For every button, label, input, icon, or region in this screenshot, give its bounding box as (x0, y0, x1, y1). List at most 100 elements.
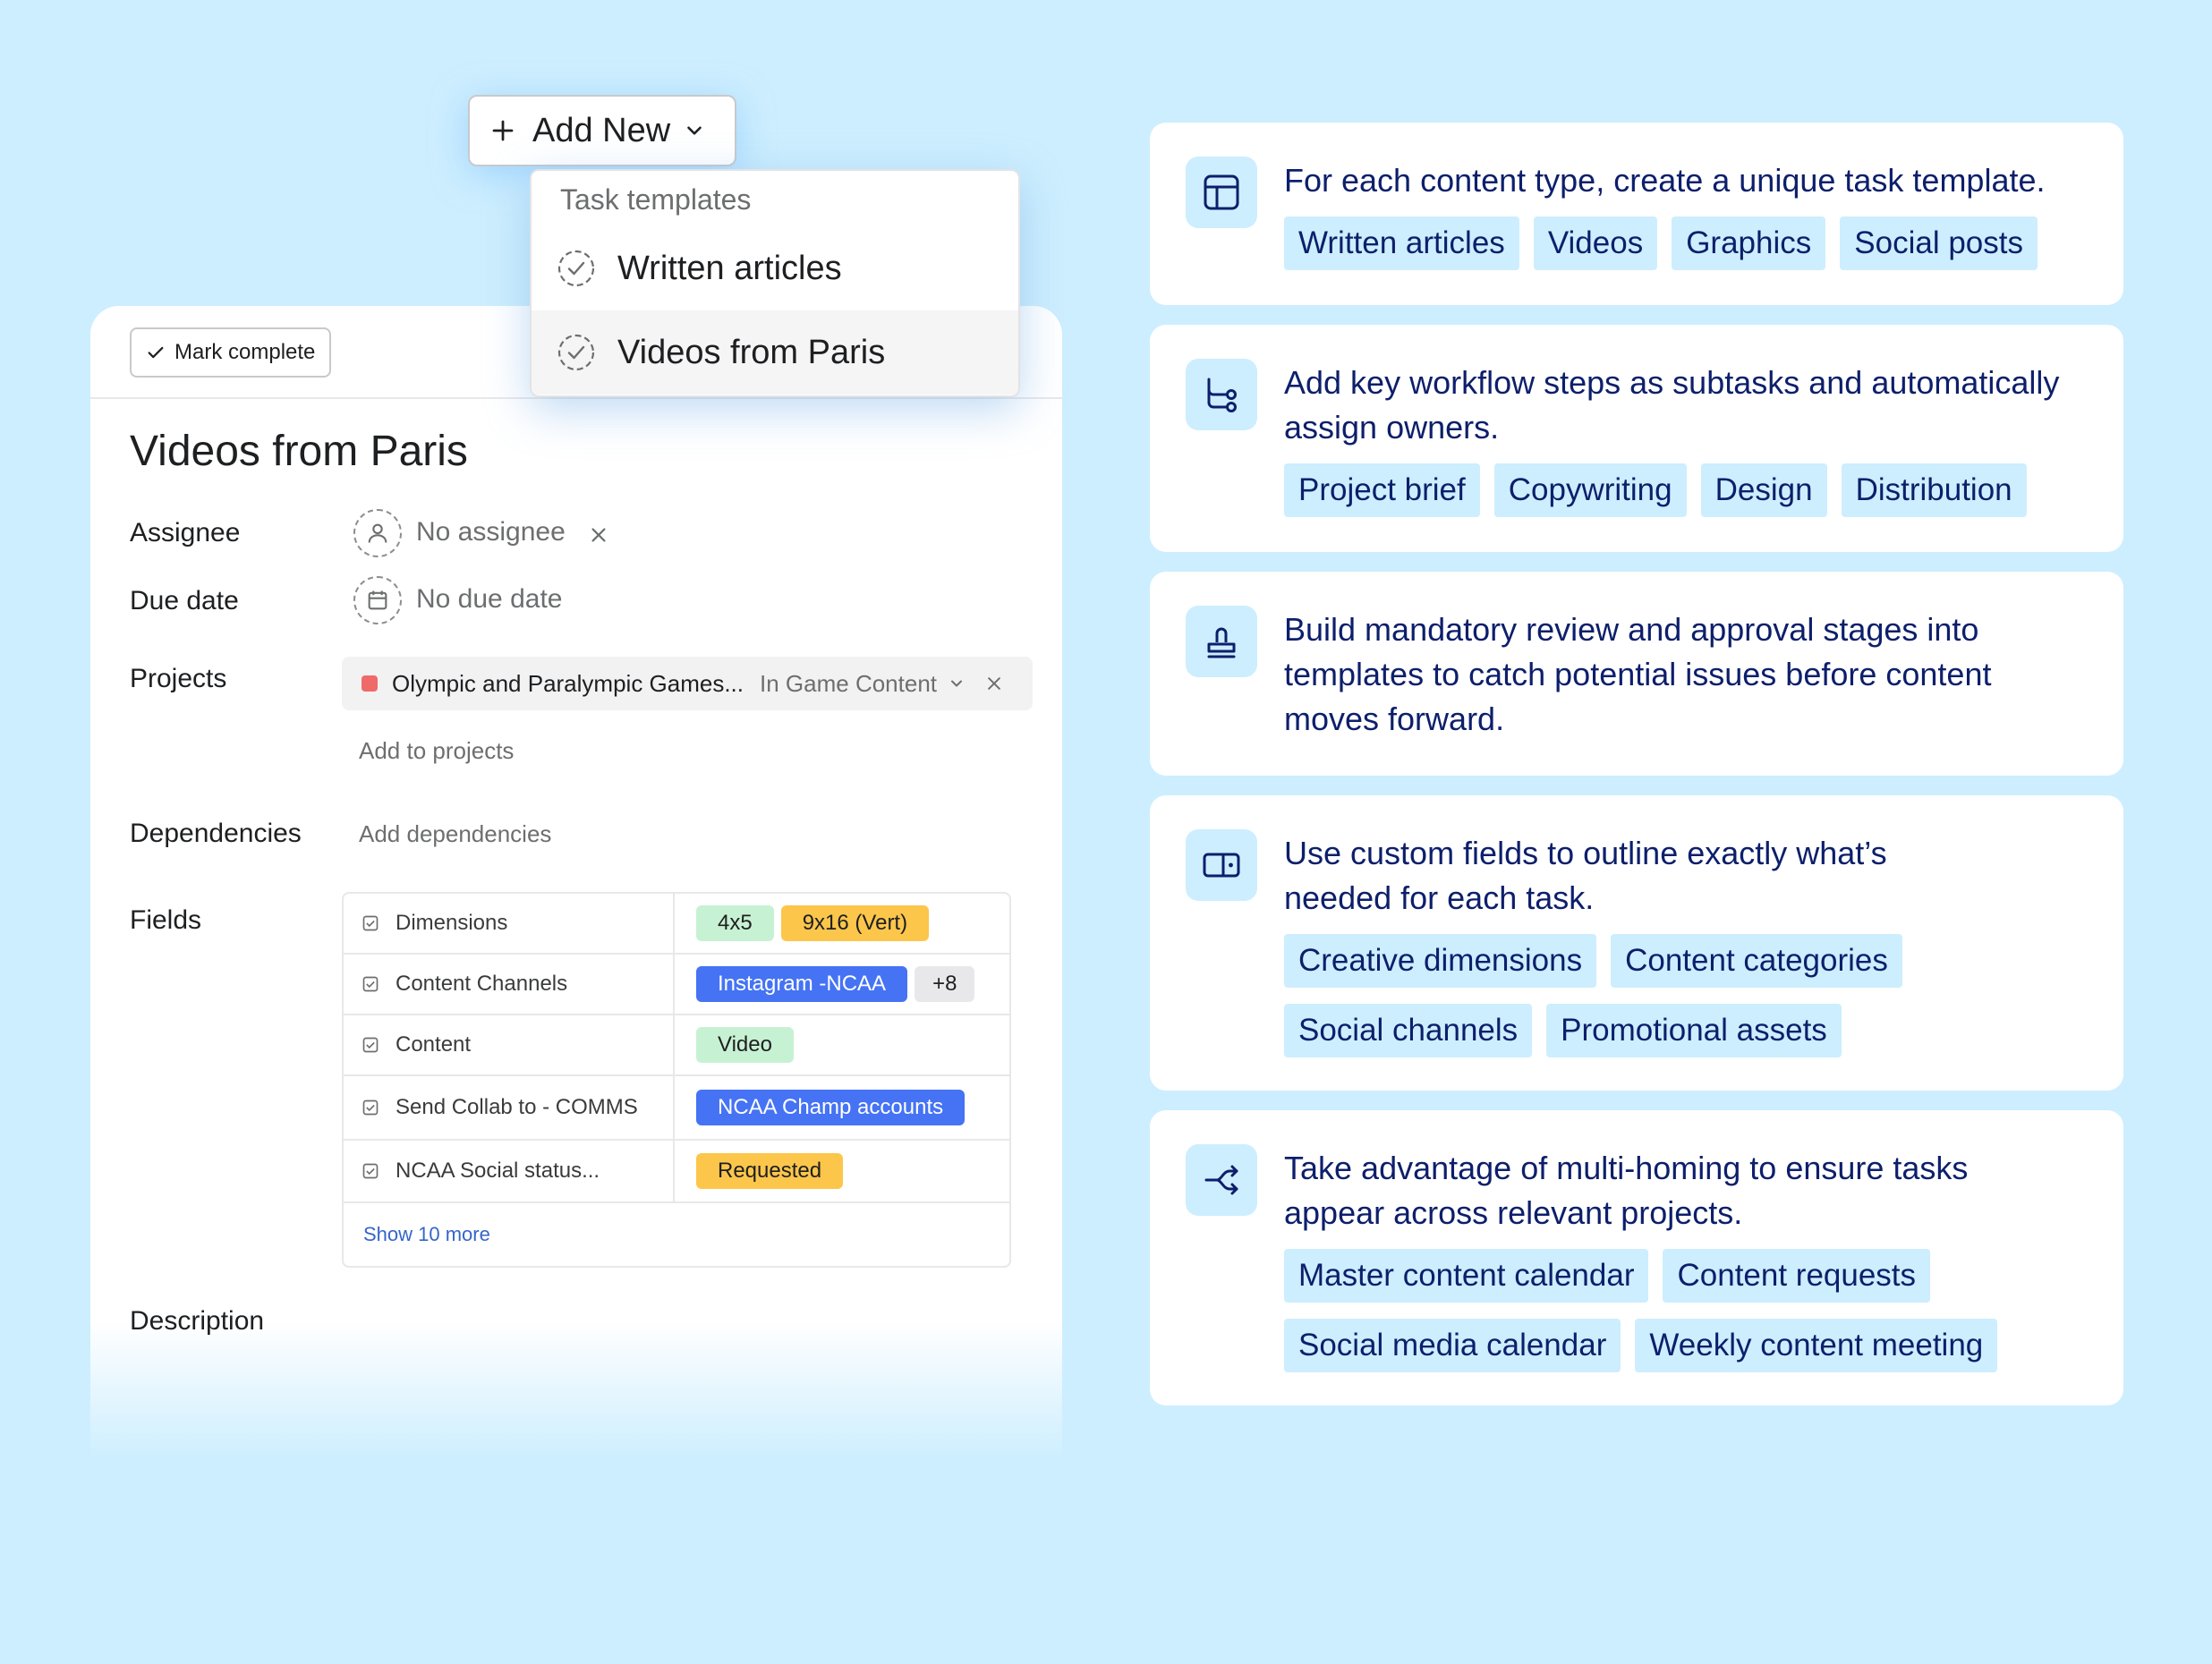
due-date-value[interactable]: No due date (416, 584, 562, 615)
field-name: Dimensions (396, 911, 508, 935)
show-more-fields-link[interactable]: Show 10 more (363, 1223, 490, 1246)
field-value-chip[interactable]: 4x5 (696, 905, 774, 941)
mark-complete-button[interactable]: Mark complete (130, 327, 332, 378)
card-icon-tile (1186, 359, 1257, 430)
feature-card-multi-homing: Take advantage of multi-homing to ensure… (1150, 1110, 2123, 1405)
tag: Content categories (1611, 934, 1902, 988)
tag: Social posts (1840, 216, 2038, 270)
field-row-ncaa-social-status: NCAA Social status... Requested (344, 1141, 1009, 1203)
tag: Videos (1533, 216, 1658, 270)
template-label: Videos from Paris (617, 333, 886, 371)
tag: Graphics (1672, 216, 1826, 270)
description-label: Description (130, 1306, 265, 1336)
due-date-label: Due date (130, 586, 239, 616)
dependencies-label: Dependencies (130, 819, 302, 848)
chevron-down-icon[interactable] (948, 675, 966, 692)
tag: Design (1700, 463, 1827, 517)
checkbox-field-icon (362, 1163, 379, 1179)
approval-stamp-icon (1207, 627, 1236, 658)
card-icon-tile (1186, 1144, 1257, 1216)
dropdown-header: Task templates (560, 183, 752, 216)
project-pill[interactable]: Olympic and Paralympic Games... In Game … (342, 657, 1033, 710)
feature-card-approvals: Build mandatory review and approval stag… (1150, 572, 2123, 776)
checkbox-field-icon (362, 1099, 379, 1116)
field-row-content: Content Video (344, 1015, 1009, 1076)
field-row-content-channels: Content Channels Instagram -NCAA +8 (344, 955, 1009, 1015)
more-values-chip[interactable]: +8 (915, 966, 975, 1002)
card-tags: Master content calendar Content requests… (1284, 1249, 2000, 1372)
add-to-projects-link[interactable]: Add to projects (359, 737, 514, 765)
projects-label: Projects (130, 664, 227, 693)
remove-project-icon[interactable] (985, 675, 1003, 692)
template-item-videos-from-paris[interactable]: Videos from Paris (532, 310, 1018, 395)
tag: Promotional assets (1546, 1004, 1842, 1057)
field-row-dimensions: Dimensions 4x5 9x16 (Vert) (344, 894, 1009, 955)
checkbox-field-icon (362, 1037, 379, 1053)
card-icon-tile (1186, 157, 1257, 228)
feature-card-templates: For each content type, create a unique t… (1150, 123, 2123, 305)
tag: Social media calendar (1284, 1319, 1621, 1372)
tag: Copywriting (1493, 463, 1687, 517)
add-new-label: Add New (532, 111, 671, 149)
tag: Content requests (1663, 1249, 1931, 1303)
project-name[interactable]: Olympic and Paralympic Games... (392, 670, 744, 698)
card-text: Take advantage of multi-homing to ensure… (1284, 1150, 1969, 1231)
card-text: Build mandatory review and approval stag… (1284, 611, 1992, 737)
field-value-chip[interactable]: Video (696, 1027, 794, 1063)
field-name: Content Channels (396, 972, 568, 996)
layout-icon (1204, 174, 1239, 210)
card-text: Use custom fields to outline exactly wha… (1284, 835, 1887, 916)
checkbox-field-icon (362, 976, 379, 992)
tag: Social channels (1284, 1004, 1533, 1057)
task-title[interactable]: Videos from Paris (130, 427, 468, 476)
assignee-avatar-placeholder[interactable] (353, 509, 402, 557)
card-icon-tile (1186, 829, 1257, 901)
task-detail-panel: Mark complete Videos from Paris Assignee… (90, 306, 1062, 1460)
field-row-send-collab: Send Collab to - COMMS NCAA Champ accoun… (344, 1076, 1009, 1141)
tag: Weekly content meeting (1635, 1319, 1998, 1372)
card-tags: Creative dimensions Content categories S… (1284, 934, 1910, 1057)
plus-icon (492, 120, 514, 141)
tag: Project brief (1284, 463, 1480, 517)
person-icon (368, 523, 387, 543)
card-tags: Project brief Copywriting Design Distrib… (1284, 463, 2089, 517)
assignee-label: Assignee (130, 518, 241, 548)
dashed-check-circle-icon (557, 334, 595, 371)
card-text: Add key workflow steps as subtasks and a… (1284, 364, 2060, 446)
tag: Master content calendar (1284, 1249, 1649, 1303)
field-value-chip[interactable]: NCAA Champ accounts (696, 1090, 966, 1125)
template-label: Written articles (617, 249, 842, 287)
subtasks-icon (1207, 378, 1237, 412)
field-value-chip[interactable]: Instagram -NCAA (696, 966, 908, 1002)
multi-home-icon (1204, 1165, 1238, 1195)
add-dependencies-link[interactable]: Add dependencies (359, 820, 551, 848)
template-item-written-articles[interactable]: Written articles (532, 226, 1018, 310)
card-tags: Written articles Videos Graphics Social … (1284, 216, 2089, 270)
card-text: For each content type, create a unique t… (1284, 162, 2046, 199)
tag: Distribution (1841, 463, 2027, 517)
calendar-icon (368, 590, 387, 610)
field-value-chip[interactable]: Requested (696, 1153, 844, 1189)
tag: Creative dimensions (1284, 934, 1597, 988)
clear-assignee-icon[interactable] (589, 525, 608, 545)
custom-fields-table: Dimensions 4x5 9x16 (Vert) Content Chann… (342, 892, 1011, 1268)
project-color-dot (362, 675, 378, 692)
field-name: Content (396, 1032, 472, 1057)
dashed-check-circle-icon (557, 250, 595, 287)
field-name: Send Collab to - COMMS (396, 1095, 638, 1119)
due-date-placeholder[interactable] (353, 576, 402, 624)
checkbox-field-icon (362, 915, 379, 931)
card-icon-tile (1186, 606, 1257, 677)
field-value-chip[interactable]: 9x16 (Vert) (780, 905, 930, 941)
tag: Written articles (1284, 216, 1519, 270)
field-name: NCAA Social status... (396, 1159, 600, 1183)
task-templates-dropdown: Task templates Written articles Videos f… (530, 169, 1020, 397)
check-icon (148, 346, 164, 359)
project-section[interactable]: In Game Content (760, 670, 937, 698)
assignee-value[interactable]: No assignee (416, 517, 566, 548)
feature-card-subtasks: Add key workflow steps as subtasks and a… (1150, 325, 2123, 552)
chevron-down-icon (687, 126, 702, 135)
add-new-button[interactable]: Add New (468, 95, 736, 166)
mark-complete-label: Mark complete (174, 340, 316, 364)
fields-label: Fields (130, 905, 202, 935)
